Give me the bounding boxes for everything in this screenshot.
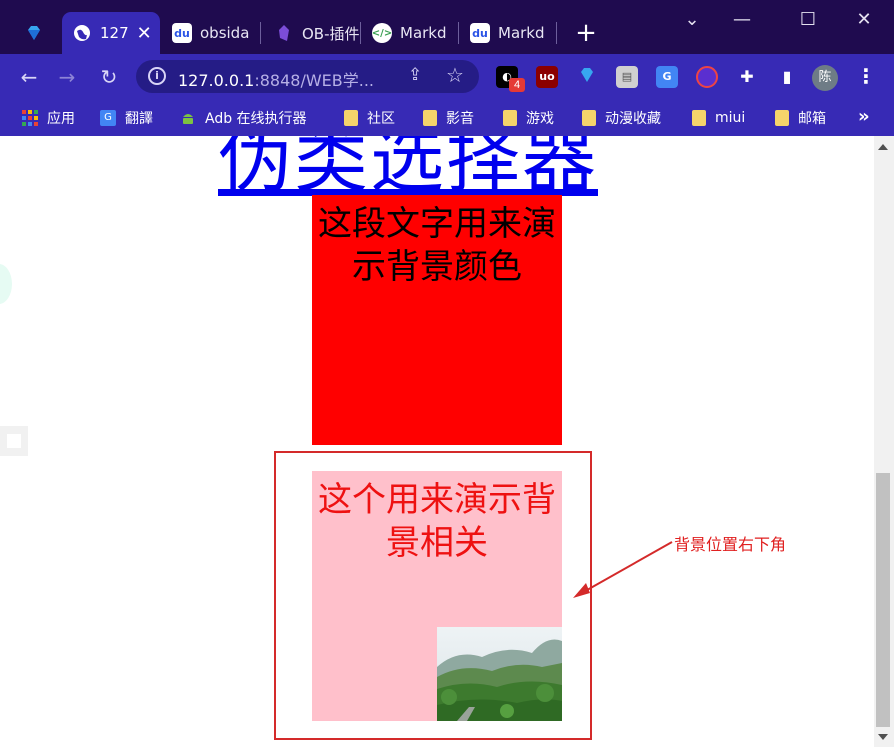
markdown-icon: </>: [372, 23, 392, 43]
tab-divider: [458, 22, 459, 44]
baidu-paw-icon: du: [470, 23, 490, 43]
page-viewport: 伪类选择器 这段文字用来演示背景颜色 这个用来演示背景相关 背景位置右下角: [0, 136, 874, 747]
back-button[interactable]: ←: [14, 62, 44, 92]
annotation-arrow-icon: [573, 541, 673, 598]
bookmark-star-icon[interactable]: ☆: [446, 63, 464, 87]
tab-markdown-2[interactable]: du Markd: [460, 12, 552, 54]
tab-label: Markd: [400, 24, 447, 42]
tab-label: obsida: [200, 24, 250, 42]
obsidian-gem-icon: [274, 23, 294, 43]
folder-icon: [582, 110, 596, 126]
gem-extension-icon[interactable]: [576, 66, 598, 88]
browser-menu-icon[interactable]: ⋮: [856, 64, 876, 88]
bookmark-label: 游戏: [526, 111, 554, 127]
bookmark-label: 应用: [47, 111, 75, 127]
background-demo-text: 这个用来演示背景相关: [318, 480, 556, 563]
reader-icon[interactable]: ▤: [616, 66, 638, 88]
apps-grid-icon: [22, 110, 38, 126]
gem-icon: [24, 23, 44, 43]
bookmark-folder-anime[interactable]: 动漫收藏: [582, 107, 661, 129]
bookmark-apps[interactable]: 应用: [22, 107, 75, 129]
bookmark-adb[interactable]: Adb 在线执行器: [180, 107, 307, 129]
bookmark-label: Adb 在线执行器: [205, 111, 307, 127]
bookmark-folder-community[interactable]: 社区: [344, 107, 395, 129]
url-text[interactable]: 127.0.0.1:8848/WEB学...: [178, 67, 374, 91]
tab-obsidian[interactable]: du obsida: [162, 12, 254, 54]
tab-divider: [260, 22, 261, 44]
folder-icon: [344, 110, 358, 126]
tab-ob-plugin[interactable]: OB-插件: [264, 12, 360, 54]
bookmark-folder-miui[interactable]: miui: [692, 107, 745, 129]
reload-button[interactable]: ↻: [94, 62, 124, 92]
profile-avatar[interactable]: 陈: [812, 65, 838, 91]
tab-strip: 127 ✕ du obsida OB-插件 </> Markd du Markd…: [0, 0, 894, 54]
tab-label: 127: [100, 24, 129, 42]
tab-active[interactable]: 127 ✕: [62, 12, 160, 54]
tab-divider: [556, 22, 557, 44]
url-path: :8848/WEB学...: [254, 71, 375, 90]
scrollbar-thumb[interactable]: [876, 473, 890, 727]
google-translate-icon: G: [100, 110, 116, 126]
bookmarks-overflow-icon[interactable]: »: [858, 106, 870, 127]
vertical-scrollbar[interactable]: [874, 136, 894, 747]
minimize-button[interactable]: —: [720, 6, 764, 34]
forward-button[interactable]: →: [52, 62, 82, 92]
scroll-up-icon[interactable]: [878, 144, 888, 150]
globe-icon: [72, 23, 92, 43]
share-icon[interactable]: ⇪: [408, 65, 422, 85]
background-image-landscape: [437, 627, 562, 721]
side-panel-icon[interactable]: ▮: [776, 66, 798, 88]
window-close-button[interactable]: ✕: [842, 6, 886, 34]
new-tab-button[interactable]: +: [574, 18, 598, 48]
bookmark-label: 翻譯: [125, 111, 153, 127]
bookmark-label: miui: [715, 110, 746, 126]
folder-icon: [692, 110, 706, 126]
bookmark-label: 社区: [367, 111, 395, 127]
close-icon[interactable]: ✕: [137, 23, 152, 44]
bookmark-label: 影音: [446, 111, 474, 127]
url-host: 127.0.0.1: [178, 71, 255, 90]
folder-icon: [503, 110, 517, 126]
folder-icon: [423, 110, 437, 126]
bookmarks-bar: 应用 G 翻譯 Adb 在线执行器 社区 影音 游戏 动漫收藏 miui 邮箱: [0, 99, 894, 136]
tab-label: Markd: [498, 24, 545, 42]
bookmark-folder-media[interactable]: 影音: [423, 107, 474, 129]
background-demo-box: 这个用来演示背景相关: [312, 471, 562, 721]
bookmark-translate[interactable]: G 翻譯: [100, 107, 153, 129]
baidu-paw-icon: du: [172, 23, 192, 43]
android-icon: [180, 110, 196, 126]
folder-icon: [775, 110, 789, 126]
address-bar[interactable]: i 127.0.0.1:8848/WEB学... ⇪ ☆: [136, 60, 479, 93]
tab-pinned[interactable]: [14, 12, 58, 54]
tab-label: OB-插件: [302, 24, 360, 43]
tab-search-button[interactable]: ⌄: [670, 6, 714, 34]
floating-square[interactable]: [0, 426, 28, 456]
bookmark-folder-games[interactable]: 游戏: [503, 107, 554, 129]
bookmark-label: 动漫收藏: [605, 111, 661, 127]
bookmark-folder-mail[interactable]: 邮箱: [775, 107, 826, 129]
maximize-button[interactable]: ☐: [786, 6, 830, 34]
tab-markdown-1[interactable]: </> Markd: [362, 12, 454, 54]
extensions-puzzle-icon[interactable]: ✚: [736, 66, 758, 88]
scroll-down-icon[interactable]: [878, 734, 888, 740]
background-color-demo-box: 这段文字用来演示背景颜色: [312, 195, 562, 445]
extension-badge: 4: [509, 78, 525, 92]
tab-divider: [360, 22, 361, 44]
browser-toolbar: ← → ↻ i 127.0.0.1:8848/WEB学... ⇪ ☆ ◐ uo …: [0, 54, 894, 99]
google-translate-icon[interactable]: G: [656, 66, 678, 88]
site-info-icon[interactable]: i: [148, 67, 166, 85]
floating-widget[interactable]: [0, 264, 12, 304]
bookmark-label: 邮箱: [798, 111, 826, 127]
annotation-label: 背景位置右下角: [674, 535, 787, 554]
speed-dial-icon[interactable]: [696, 66, 718, 88]
ublock-icon[interactable]: uo: [536, 66, 558, 88]
